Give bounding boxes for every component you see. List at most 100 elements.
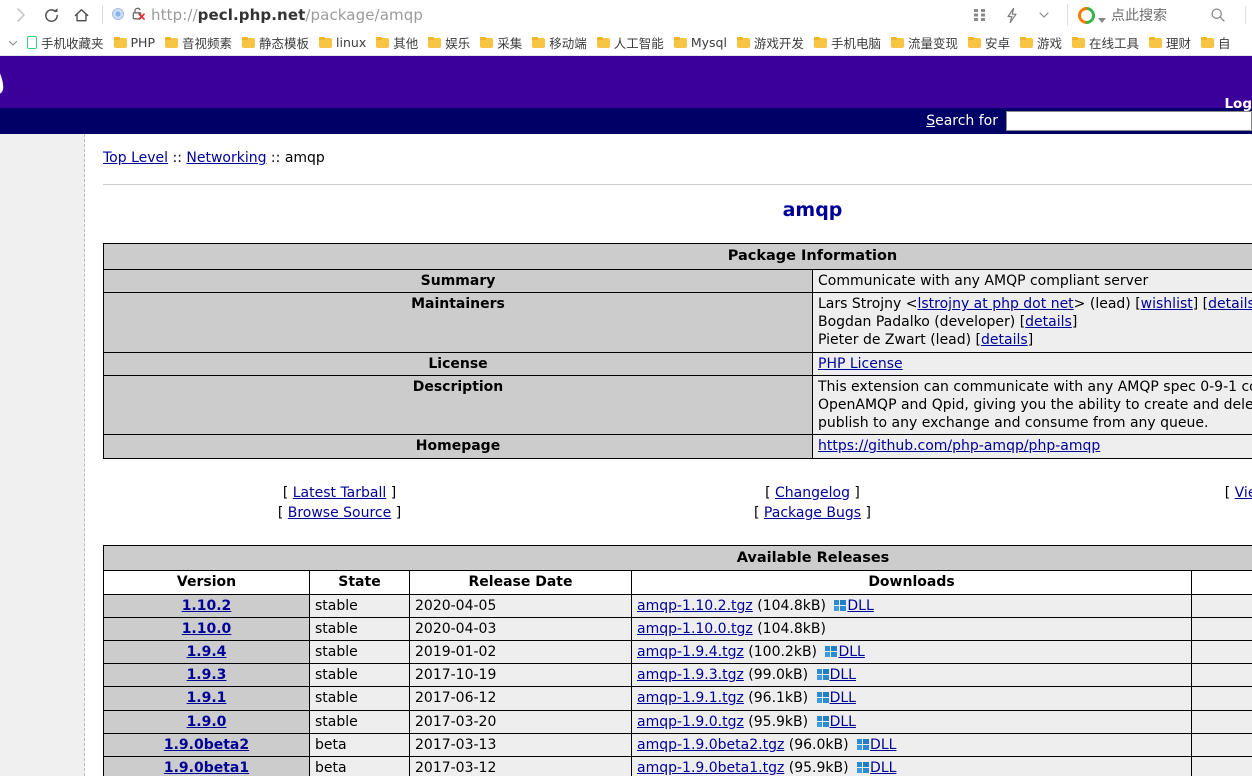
bookmark-item-10[interactable]: Mysql [669,32,732,54]
bookmark-item-14[interactable]: 安卓 [963,32,1015,54]
release-dll-link[interactable]: DLL [830,714,856,730]
release-version-link[interactable]: 1.10.0 [182,621,232,637]
details-link[interactable]: details [1208,296,1252,312]
browse-source-link[interactable]: Browse Source [288,505,392,521]
forward-arrow-icon[interactable] [6,2,36,28]
bookmark-label: 在线工具 [1089,36,1140,51]
table-title-row: Available Releases [103,544,1252,572]
bookmark-item-16[interactable]: 在线工具 [1067,32,1144,54]
home-icon[interactable] [66,2,96,28]
release-dll-link[interactable]: DLL [870,737,896,753]
release-tarball-link[interactable]: amqp-1.9.3.tgz [637,667,744,683]
folder-icon [532,37,546,48]
release-dll-link[interactable]: DLL [870,760,896,776]
details-link[interactable]: details [981,332,1028,348]
release-version-link[interactable]: 1.9.4 [187,644,227,660]
lightning-bolt-icon[interactable] [997,2,1027,28]
bookmarks-expand-chevron-icon[interactable] [4,32,22,54]
release-dll-link[interactable]: DLL [847,598,873,614]
bookmark-item-8[interactable]: 移动端 [527,32,592,54]
site-info-circle-icon[interactable] [111,6,125,25]
release-version-link[interactable]: 1.9.0beta2 [164,737,249,753]
view-statistics-link[interactable]: View Statistics [1235,485,1252,501]
release-version-link[interactable]: 1.9.0 [187,714,227,730]
release-tarball-link[interactable]: amqp-1.9.0beta2.tgz [637,737,784,753]
release-changelog-cell: [ Changelog ] [1191,732,1252,757]
broken-lock-icon[interactable] [131,6,145,25]
release-tarball-link[interactable]: amqp-1.10.0.tgz [637,621,753,637]
bookmark-item-13[interactable]: 流量变现 [886,32,963,54]
bookmark-item-6[interactable]: 娱乐 [423,32,475,54]
login-link[interactable]: Log [1224,96,1252,112]
bookmark-item-7[interactable]: 采集 [475,32,527,54]
bookmark-item-3[interactable]: 静态模板 [237,32,314,54]
release-dll-link[interactable]: DLL [830,667,856,683]
maintainer-email-link[interactable]: lstrojny at php dot net [918,296,1074,312]
address-bar[interactable]: http://pecl.php.net/package/amqp [111,2,965,28]
release-tarball-link[interactable]: amqp-1.9.0.tgz [637,714,744,730]
omnibox-search[interactable]: 点此搜索 [1067,3,1167,27]
details-link[interactable]: details [1025,314,1072,330]
maintainers-value: Lars Strojny <lstrojny at php dot net> (… [812,292,1252,353]
apps-grid-icon[interactable] [965,2,995,28]
list-item[interactable]: kages [0,253,76,269]
release-version-link[interactable]: 1.10.2 [182,598,232,614]
release-state-cell: stable [309,616,410,641]
folder-icon [1019,37,1033,48]
bookmark-item-17[interactable]: 理财 [1144,32,1196,54]
latest-tarball-link[interactable]: Latest Tarball [293,485,387,501]
release-tarball-link[interactable]: amqp-1.10.2.tgz [637,598,753,614]
bookmark-label: 流量变现 [907,36,958,51]
bookmark-item-15[interactable]: 游戏 [1015,32,1067,54]
divider [103,184,1252,185]
release-dll-link[interactable]: DLL [838,644,864,660]
bookmark-item-2[interactable]: 音视频素 [160,32,237,54]
bookmark-item-4[interactable]: linux [314,32,371,54]
search-engine-chevron-icon[interactable] [1098,18,1106,23]
release-version-cell: 1.9.0 [103,709,310,734]
list-item[interactable]: Statistics [0,270,76,286]
breadcrumb: Top Level :: Networking :: amqp [103,150,1252,166]
bookmark-item-9[interactable]: 人工智能 [592,32,669,54]
changelog-link[interactable]: Changelog [775,485,850,501]
list-item[interactable]: ckages [0,236,76,252]
bookmark-item-1[interactable]: PHP [109,32,160,54]
browser-chrome: http://pecl.php.net/package/amqp 点此搜索 手机… [0,0,1252,56]
bookmark-label: Mysql [690,35,727,50]
release-tarball-link[interactable]: amqp-1.9.1.tgz [637,690,744,706]
release-dll-link[interactable]: DLL [830,690,856,706]
release-version-link[interactable]: 1.9.3 [187,667,227,683]
release-tarball-link[interactable]: amqp-1.9.4.tgz [637,644,744,660]
breadcrumb-top-level[interactable]: Top Level [103,150,168,166]
folder-icon [596,37,610,48]
bookmark-item-11[interactable]: 游戏开发 [732,32,809,54]
omnibox-search-placeholder[interactable]: 点此搜索 [1111,5,1167,25]
package-bugs-link[interactable]: Package Bugs [764,505,861,521]
bookmark-item-12[interactable]: 手机电脑 [809,32,886,54]
release-date-cell: 2019-01-02 [409,639,632,665]
magnifier-icon[interactable] [1203,2,1233,28]
release-state-cell: stable [309,593,410,618]
bookmark-item-0[interactable]: 手机收藏夹 [22,32,109,54]
sidebar-heading: ion: [0,184,76,200]
folder-icon [242,37,256,48]
search-accesskey: S [926,113,936,129]
release-download-cell: amqp-1.9.3.tgz (99.0kB) DLL [631,663,1192,688]
toolbar-divider [102,6,103,24]
folder-icon [1149,37,1163,48]
license-link[interactable]: PHP License [818,356,903,372]
breadcrumb-category[interactable]: Networking [186,150,266,166]
release-version-link[interactable]: 1.9.1 [187,690,227,706]
wishlist-link[interactable]: wishlist [1141,296,1193,312]
site-search-input[interactable] [1006,111,1252,131]
url-text[interactable]: http://pecl.php.net/package/amqp [151,6,423,24]
reload-icon[interactable] [36,2,66,28]
table-row: Homepage https://github.com/php-amqp/php… [103,434,1252,459]
chevron-down-icon[interactable] [1029,2,1059,28]
release-version-link[interactable]: 1.9.0beta1 [164,760,249,776]
folder-icon [480,37,494,48]
bookmark-item-5[interactable]: 其他 [371,32,423,54]
homepage-link[interactable]: https://github.com/php-amqp/php-amqp [818,438,1100,454]
bookmark-item-18[interactable]: 自 [1196,32,1236,54]
release-tarball-link[interactable]: amqp-1.9.0beta1.tgz [637,760,784,776]
